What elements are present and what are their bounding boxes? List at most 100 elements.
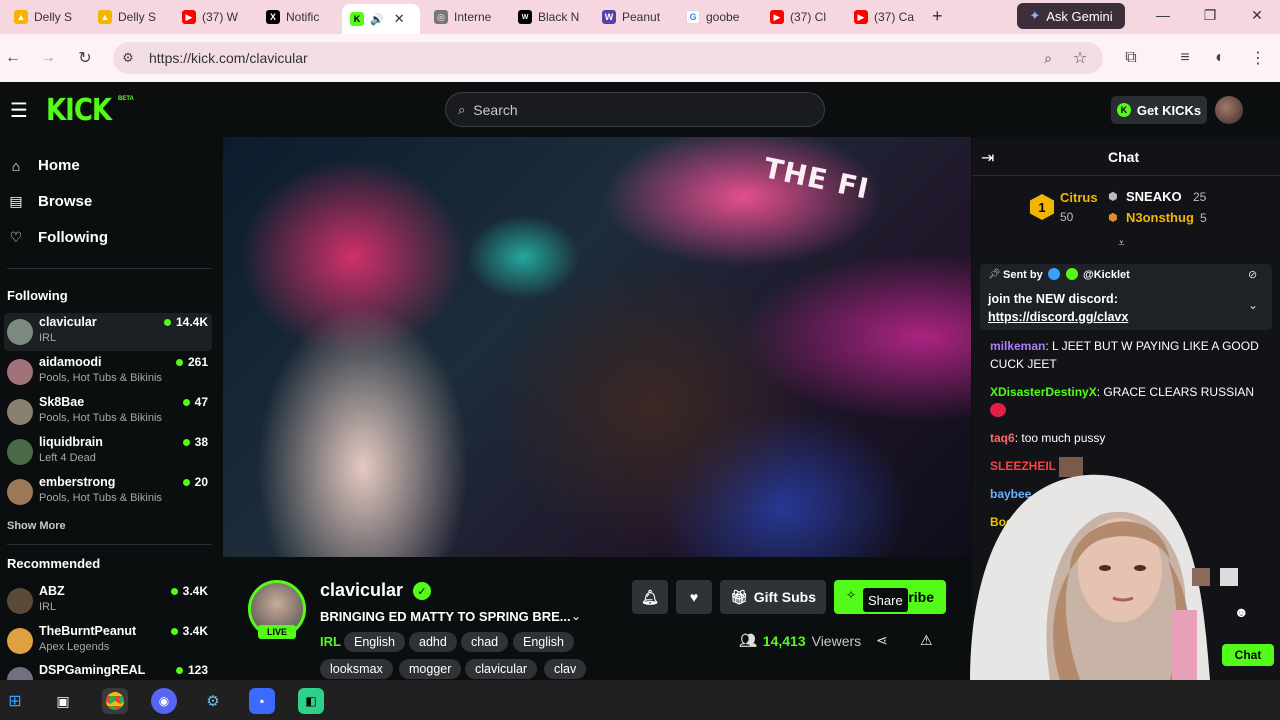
- chat-message: milkeman: L JEET BUT W PAYING LIKE A GOO…: [990, 339, 1259, 371]
- chat-send-button[interactable]: Chat: [1222, 644, 1274, 666]
- zoom-icon[interactable]: ⌕: [1036, 46, 1060, 70]
- get-kicks-button[interactable]: K Get KICKs: [1111, 96, 1207, 124]
- leaderboard-name[interactable]: Citrus: [1060, 190, 1098, 205]
- sidebar-channel-emberstrong[interactable]: emberstrong Pools, Hot Tubs & Bikinis 20: [4, 473, 212, 511]
- kick-logo[interactable]: KICK: [46, 94, 112, 129]
- sidebar-channel-aidamoodi[interactable]: aidamoodi Pools, Hot Tubs & Bikinis 261: [4, 353, 212, 391]
- browser-tab[interactable]: X Notific: [258, 4, 338, 30]
- browser-menu-icon[interactable]: ⋮: [1246, 46, 1270, 70]
- site-info-icon[interactable]: ⚙: [116, 46, 140, 70]
- nav-following[interactable]: ♡ Following: [8, 229, 108, 246]
- avatar: [7, 628, 33, 654]
- sidebar-channel-sk8bae[interactable]: Sk8Bae Pools, Hot Tubs & Bikinis 47: [4, 393, 212, 431]
- stream-tag[interactable]: English: [513, 632, 574, 652]
- notifications-button[interactable]: 🔔︎: [632, 580, 668, 614]
- sidebar-channel-clavicular[interactable]: clavicular IRL 14.4K: [4, 313, 212, 351]
- url-text[interactable]: https://kick.com/clavicular: [149, 50, 308, 66]
- media-control-icon[interactable]: ≡: [1173, 46, 1197, 70]
- ask-gemini-button[interactable]: ✦ Ask Gemini: [1017, 3, 1125, 29]
- emoji-picker-icon[interactable]: ☻: [1234, 604, 1249, 620]
- streamer-name[interactable]: clavicular: [320, 580, 403, 601]
- stream-tag[interactable]: clav: [544, 659, 587, 679]
- new-tab-button[interactable]: +: [932, 6, 943, 27]
- pinned-user[interactable]: @Kicklet: [1083, 269, 1130, 281]
- leaderboard-amount: 5: [1200, 211, 1207, 225]
- leaderboard-name[interactable]: N3onsthug: [1126, 210, 1194, 225]
- nav-browse[interactable]: ▤ Browse: [8, 193, 92, 210]
- stream-tag[interactable]: adhd: [409, 632, 457, 652]
- hamburger-menu-icon[interactable]: ☰: [10, 98, 28, 123]
- get-kicks-label: Get KICKs: [1136, 102, 1202, 118]
- browser-tab[interactable]: ▶ (37) Cl: [762, 4, 842, 30]
- steam-taskbar-icon[interactable]: ⚙: [200, 688, 226, 714]
- unpin-icon[interactable]: ⊘: [1248, 268, 1257, 281]
- sidebar-channel-theburntpeanut[interactable]: TheBurntPeanut Apex Legends 3.4K: [4, 622, 212, 660]
- chat-username[interactable]: taq6: [990, 431, 1015, 445]
- browser-tab[interactable]: ▲ Delly S: [6, 4, 86, 30]
- app-taskbar-icon[interactable]: ▪: [249, 688, 275, 714]
- chevron-down-icon[interactable]: ⌄: [1248, 298, 1258, 312]
- chrome-taskbar-icon[interactable]: [102, 688, 128, 714]
- badge-icon: ⬢: [1108, 191, 1118, 203]
- close-tab-icon[interactable]: ✕: [394, 11, 405, 27]
- task-view-icon[interactable]: ▣: [50, 688, 76, 714]
- chat-username[interactable]: milkeman: [990, 339, 1045, 353]
- pinned-sent-by: Sent by: [1003, 269, 1043, 281]
- browser-tab[interactable]: W Black N: [510, 4, 590, 30]
- reload-icon[interactable]: ↻: [73, 46, 97, 70]
- follow-button[interactable]: ♥: [676, 580, 712, 614]
- speaker-icon[interactable]: 🔊: [370, 13, 384, 26]
- bookmark-star-icon[interactable]: ☆: [1068, 46, 1092, 70]
- chat-username[interactable]: XDisasterDestinyX: [990, 385, 1097, 399]
- stream-category[interactable]: IRL: [320, 634, 341, 649]
- forward-icon[interactable]: →: [36, 46, 60, 70]
- gift-subs-button[interactable]: 🎁︎ Gift Subs: [720, 580, 826, 614]
- minimize-button[interactable]: —: [1140, 0, 1186, 30]
- browser-tab[interactable]: ◎ Interne: [426, 4, 506, 30]
- viewer-count: 38: [182, 435, 208, 449]
- sidebar-channel-abz[interactable]: ABZ IRL 3.4K: [4, 582, 212, 620]
- stream-tag[interactable]: mogger: [399, 659, 462, 679]
- browser-tab[interactable]: W Peanut: [594, 4, 674, 30]
- leaderboard-amount: 25: [1193, 190, 1207, 204]
- expand-leaderboard-icon[interactable]: ⩡: [1118, 236, 1125, 251]
- sidebar-channel-dspgamingreal[interactable]: DSPGamingREAL 123: [4, 661, 212, 680]
- browser-tab[interactable]: ▶ (37) Ca: [846, 4, 926, 30]
- chat-title: Chat: [1108, 149, 1140, 165]
- kick-icon: K: [350, 12, 364, 26]
- video-player[interactable]: THE FI: [223, 137, 971, 557]
- restore-button[interactable]: ❐: [1187, 0, 1233, 30]
- browser-tab[interactable]: ▲ Delly S: [90, 4, 170, 30]
- app-taskbar-icon[interactable]: ◧: [298, 688, 324, 714]
- user-avatar[interactable]: [1215, 96, 1243, 124]
- leaderboard-name[interactable]: SNEAKO: [1126, 189, 1182, 204]
- stream-tag[interactable]: looksmax: [320, 659, 393, 679]
- back-icon[interactable]: ←: [1, 46, 25, 70]
- search-input[interactable]: ⌕ Search: [445, 92, 825, 127]
- stream-tag[interactable]: English: [344, 632, 405, 652]
- show-more-link[interactable]: Show More: [7, 520, 66, 532]
- chat-message: taq6: too much pussy: [990, 431, 1106, 445]
- browser-tab[interactable]: ▶ (37) W: [174, 4, 254, 30]
- windows-start-icon[interactable]: ⊞: [2, 688, 28, 714]
- profile-icon[interactable]: ◐: [1208, 46, 1232, 70]
- close-window-button[interactable]: ✕: [1234, 0, 1280, 30]
- channel-name: DSPGamingREAL: [39, 663, 146, 677]
- nav-home[interactable]: ⌂ Home: [8, 157, 80, 174]
- extensions-icon[interactable]: ⧉: [1119, 46, 1143, 70]
- x-icon: X: [266, 10, 280, 24]
- browser-tab-active[interactable]: K 🔊 ✕: [342, 4, 420, 34]
- browser-tab[interactable]: G goobe: [678, 4, 758, 30]
- stream-tag[interactable]: clavicular: [465, 659, 538, 679]
- discord-taskbar-icon[interactable]: ◉: [151, 688, 177, 714]
- collapse-chat-icon[interactable]: ⇥: [981, 148, 994, 168]
- chevron-down-icon[interactable]: ⌄: [571, 609, 581, 623]
- sidebar-channel-liquidbrain[interactable]: liquidbrain Left 4 Dead 38: [4, 433, 212, 471]
- share-tooltip: Share: [863, 588, 908, 612]
- nav-following-label: Following: [38, 229, 108, 246]
- stream-tag[interactable]: chad: [461, 632, 509, 652]
- pinned-link[interactable]: https://discord.gg/clavx: [988, 310, 1128, 324]
- share-icon[interactable]: ⋖: [876, 632, 888, 649]
- youtube-icon: ▶: [854, 10, 868, 24]
- viewer-count: 20: [182, 475, 208, 489]
